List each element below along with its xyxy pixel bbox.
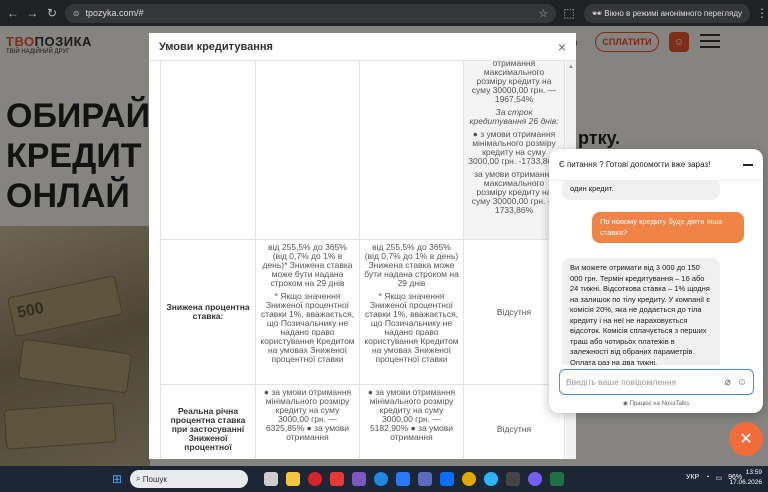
task-view-icon[interactable] (264, 472, 279, 486)
site-info-icon[interactable]: ⊜ (73, 9, 80, 18)
support-chat-widget: Є питання ? Готові допомогти вже зараз! … (549, 149, 763, 413)
minimize-icon[interactable] (743, 163, 753, 166)
row-label: Знижена процентна ставка: (160, 239, 256, 385)
search-icon: ⌕ (136, 474, 143, 483)
chat-messages[interactable]: один кредит. По новому кредиту буде діят… (549, 181, 763, 365)
search-label: Пошук (142, 474, 167, 484)
table-cell-text: * Якщо значення Зниженої процентної став… (260, 291, 355, 364)
dropbox-icon[interactable] (440, 472, 455, 486)
address-bar[interactable]: ⊜ tpozyka.com/# ☆ (64, 3, 557, 23)
excel-icon[interactable] (550, 472, 565, 486)
modal-header: Умови кредитування × (149, 33, 576, 61)
close-icon: ✕ (739, 431, 753, 448)
table-row: Знижена процентна ставка: від 255,5% до … (160, 239, 565, 385)
incognito-label: Вікно в режимі анонімного перегляду (604, 8, 742, 18)
windows-taskbar: ⊞ ⌕ Пошук УКР ◔ ▭ 96% 13:59 17.06.2026 (0, 466, 768, 492)
opera-icon[interactable] (308, 472, 323, 486)
operator-message: Ви можете отримати від 3 000 до 150 000 … (562, 258, 720, 365)
chat-close-button[interactable]: ✕ (729, 422, 763, 456)
clock-time: 13:59 (745, 469, 762, 476)
close-icon[interactable]: × (558, 39, 566, 55)
chrome-icon[interactable] (462, 472, 477, 486)
extensions-icon[interactable]: ⬚ (562, 6, 576, 20)
table-cell-text: За строк кредитування 26 днів: (469, 107, 559, 126)
attach-icon[interactable]: ⌀ (725, 377, 731, 388)
browser-toolbar: ← → ↻ ⊜ tpozyka.com/# ☆ ⬚ 🕶 Вікно в режи… (0, 0, 768, 26)
windows-start-icon[interactable]: ⊞ (112, 472, 122, 486)
language-indicator[interactable]: УКР (686, 474, 699, 482)
battery-icon[interactable]: ▭ (715, 474, 722, 482)
table-row: отримання максимального розміру кредиту … (160, 61, 565, 240)
chat-title: Є питання ? Готові допомогти вже зараз! (559, 160, 711, 169)
emoji-icon[interactable]: ☺ (737, 377, 747, 388)
table-row: Реальна річна процентна ставка при засто… (160, 384, 565, 459)
table-cell-text: ● за умови отримання мінімального розмір… (255, 384, 360, 459)
incognito-badge[interactable]: 🕶 Вікно в режимі анонімного перегляду (583, 3, 750, 23)
url-text: tpozyka.com/# (85, 8, 144, 18)
terms-table: отримання максимального розміру кредиту … (160, 61, 565, 459)
table-cell-text: від 255,5% до 365% (від 0,7% до 1% в ден… (262, 242, 353, 288)
novatalks-icon: ◉ (622, 401, 630, 407)
operator-message: один кредит. (562, 181, 720, 200)
reload-icon[interactable]: ↻ (45, 6, 59, 20)
chat-message-input[interactable]: Введіть ваше повідомлення ⌀ ☺ (559, 369, 754, 395)
telegram-icon[interactable] (484, 472, 499, 486)
table-cell-text: ● з умови отримання мінімального розміру… (468, 129, 560, 166)
teams-icon[interactable] (418, 472, 433, 486)
back-icon[interactable]: ← (6, 6, 20, 20)
taskbar-search[interactable]: ⌕ Пошук (130, 470, 249, 488)
clock-date: 17.06.2026 (729, 479, 762, 486)
scroll-up-icon[interactable]: ▲ (568, 64, 574, 70)
table-cell-text: ● за умови отримання мінімального розмір… (359, 384, 464, 459)
viber-icon[interactable] (528, 472, 543, 486)
forward-icon[interactable]: → (26, 6, 40, 20)
modal-body[interactable]: отримання максимального розміру кредиту … (149, 61, 576, 459)
browser-menu-icon[interactable]: ⋮ (756, 6, 768, 20)
chat-input-placeholder: Введіть ваше повідомлення (566, 377, 677, 387)
store-icon[interactable] (396, 472, 411, 486)
table-cell-text: * Якщо значення Зниженої процентної став… (364, 291, 459, 364)
row-label: Реальна річна процентна ставка при засто… (160, 384, 256, 459)
chat-footer[interactable]: ◉ Працює на NovaTalks (549, 400, 763, 407)
incognito-icon: 🕶 (591, 8, 605, 18)
chat-footer-text: Працює на NovaTalks (629, 401, 690, 407)
table-cell-text: отримання максимального розміру кредиту … (471, 61, 557, 104)
user-message: По новому кредиту буде діяти інша ставка… (592, 212, 744, 243)
wifi-icon[interactable]: ◔ (705, 474, 709, 482)
clock[interactable]: 13:59 17.06.2026 (729, 468, 762, 488)
modal-title: Умови кредитування (159, 40, 273, 53)
table-cell-text: від 255,5% до 365% (від 0,7% до 1% в ден… (364, 242, 459, 288)
file-explorer-icon[interactable] (286, 472, 301, 486)
bookmark-star-icon[interactable]: ☆ (538, 7, 548, 20)
settings-icon[interactable] (506, 472, 521, 486)
chat-header: Є питання ? Готові допомогти вже зараз! (549, 149, 763, 181)
copilot-icon[interactable] (352, 472, 367, 486)
edge-icon[interactable] (374, 472, 389, 486)
table-cell-text: за умови отримання максимального розміру… (471, 169, 557, 215)
credit-terms-modal: Умови кредитування × отримання максималь… (149, 33, 576, 459)
app-l-icon[interactable] (330, 472, 345, 486)
